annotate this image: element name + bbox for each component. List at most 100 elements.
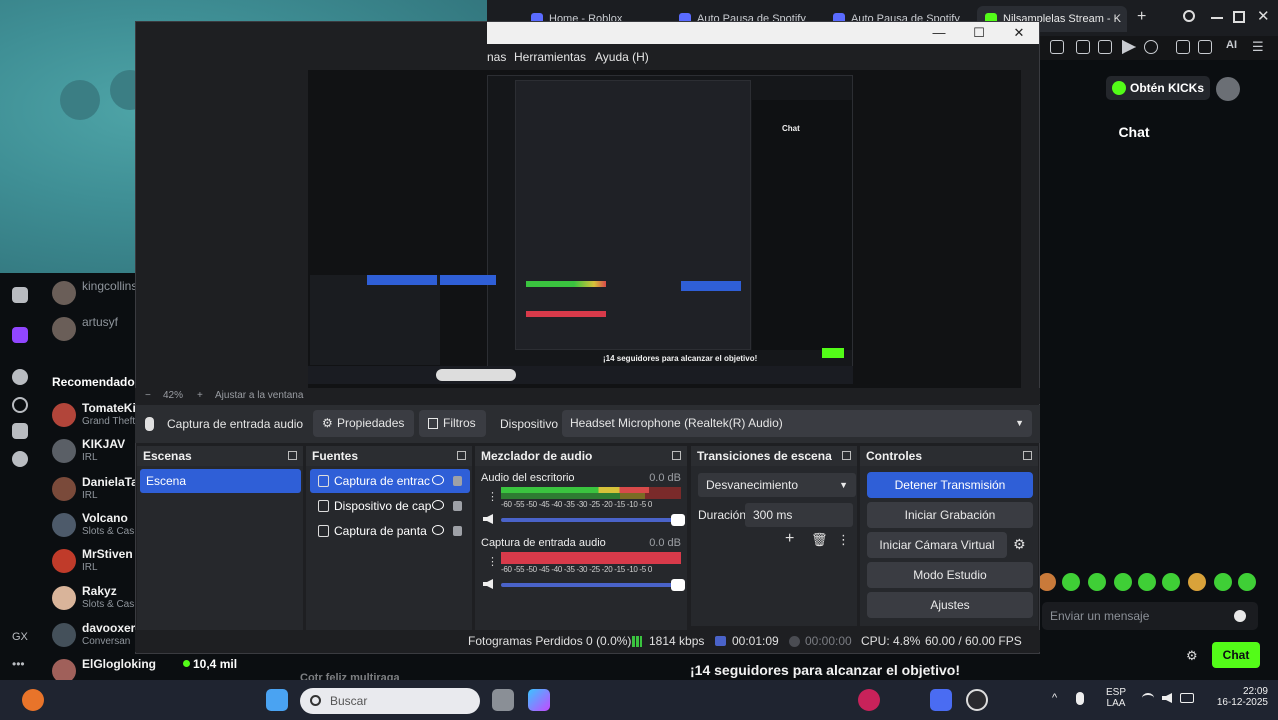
recommended-channel[interactable]: Rakyz Slots & Cas <box>52 584 142 612</box>
volume-slider[interactable] <box>501 514 685 526</box>
transition-menu-icon[interactable]: ⋮ <box>837 532 850 548</box>
recommended-channel[interactable]: MrStiven IRL <box>52 547 142 575</box>
bookmark-icon[interactable] <box>1050 40 1064 54</box>
device-select[interactable]: Headset Microphone (Realtek(R) Audio) ▼ <box>562 410 1032 437</box>
undock-icon[interactable] <box>1023 451 1032 460</box>
source-item[interactable]: Dispositivo de cap <box>310 494 470 518</box>
puzzle-icon[interactable] <box>12 423 28 439</box>
add-transition-icon[interactable]: + <box>785 530 794 548</box>
user-avatar[interactable] <box>1216 77 1240 101</box>
undock-icon[interactable] <box>672 451 681 460</box>
obs-minimize-button[interactable]: — <box>919 24 959 42</box>
speaker-icon[interactable] <box>483 514 493 524</box>
windows-start-icon[interactable] <box>266 689 288 711</box>
visibility-eye-icon[interactable] <box>432 525 444 535</box>
emote-icon[interactable] <box>1038 573 1056 591</box>
zoom-out-button[interactable]: − <box>145 390 151 401</box>
recommended-channel[interactable]: TomateKi Grand Theft <box>52 401 142 429</box>
emote-icon[interactable] <box>1114 573 1132 591</box>
properties-button[interactable]: ⚙ Propiedades <box>313 410 415 437</box>
more-icon[interactable]: ••• <box>12 657 25 671</box>
settings-gear-icon[interactable] <box>12 451 28 467</box>
menu-tools[interactable]: Herramientas <box>514 50 586 64</box>
copilot-icon[interactable] <box>528 689 550 711</box>
twitch-icon[interactable] <box>12 327 28 343</box>
taskbar-search[interactable]: Buscar <box>300 688 480 714</box>
ai-icon[interactable]: AI <box>1226 39 1237 51</box>
speaker-icon[interactable] <box>483 579 493 589</box>
language-indicator[interactable]: ESP LAA <box>1106 687 1126 709</box>
chat-settings-gear-icon[interactable]: ⚙ <box>1186 648 1198 664</box>
task-view-icon[interactable] <box>492 689 514 711</box>
fit-to-window-button[interactable]: Ajustar a la ventana <box>215 390 303 401</box>
followed-channel[interactable]: artusyf <box>52 315 142 343</box>
filters-button[interactable]: Filtros <box>419 410 486 437</box>
chat-send-button[interactable]: Chat <box>1212 642 1260 668</box>
get-kicks-button[interactable]: Obtén KICKs <box>1106 76 1210 100</box>
obs-icon[interactable] <box>966 689 988 711</box>
source-item[interactable]: Captura de panta <box>310 519 470 543</box>
lock-icon[interactable] <box>453 476 462 486</box>
volume-slider-knob[interactable] <box>671 514 685 526</box>
channel-menu-icon[interactable]: ⋮ <box>487 555 498 568</box>
firefox-icon[interactable] <box>22 689 44 711</box>
virtual-camera-gear-icon[interactable]: ⚙ <box>1013 536 1026 553</box>
chat-message-input[interactable]: Enviar un mensaje <box>1042 602 1258 630</box>
volume-icon[interactable] <box>1162 693 1172 703</box>
search-tabs-icon[interactable] <box>1183 10 1195 22</box>
stop-stream-button[interactable]: Detener Transmisión <box>867 472 1033 498</box>
emote-icon[interactable] <box>1188 573 1206 591</box>
menu-icon[interactable]: ☰ <box>1252 39 1264 55</box>
emote-icon[interactable] <box>1238 573 1256 591</box>
emote-icon[interactable] <box>1088 573 1106 591</box>
menu-item[interactable]: nas <box>487 50 506 64</box>
remove-transition-icon[interactable]: 🗑 <box>811 532 828 548</box>
menu-help[interactable]: Ayuda (H) <box>595 50 649 64</box>
recommended-channel[interactable]: DanielaTa IRL <box>52 475 142 503</box>
duration-input[interactable]: 300 ms <box>745 503 853 527</box>
play-icon[interactable] <box>1122 40 1136 54</box>
undock-icon[interactable] <box>457 451 466 460</box>
close-icon[interactable]: ✕ <box>1257 7 1270 25</box>
channel-menu-icon[interactable]: ⋮ <box>487 490 498 503</box>
battery-icon[interactable] <box>1180 693 1194 703</box>
opera-icon[interactable] <box>858 689 880 711</box>
lock-icon[interactable] <box>453 526 462 536</box>
start-virtual-camera-button[interactable]: Iniciar Cámara Virtual <box>867 532 1007 558</box>
undock-icon[interactable] <box>842 451 851 460</box>
shield-icon[interactable] <box>1098 40 1112 54</box>
roblox-icon[interactable] <box>930 689 952 711</box>
scene-item[interactable]: Escena <box>140 469 301 493</box>
gx-icon[interactable]: GX <box>12 631 28 643</box>
visibility-eye-icon[interactable] <box>432 475 444 485</box>
tray-chevron-up-icon[interactable]: ^ <box>1052 692 1057 704</box>
emote-icon[interactable] <box>1214 573 1232 591</box>
obs-close-button[interactable]: ✕ <box>999 24 1039 42</box>
microphone-tray-icon[interactable] <box>1076 692 1084 705</box>
settings-button[interactable]: Ajustes <box>867 592 1033 618</box>
clock[interactable]: 22:09 16-12-2025 <box>1217 686 1268 708</box>
maximize-icon[interactable] <box>1233 11 1245 23</box>
source-item[interactable]: Captura de entrac <box>310 469 470 493</box>
recommended-channel[interactable]: Volcano Slots & Cas <box>52 511 142 539</box>
emote-icon[interactable] <box>1162 573 1180 591</box>
emoji-icon[interactable] <box>1234 610 1246 622</box>
transition-select[interactable]: Desvanecimiento ▼ <box>698 473 856 497</box>
emote-icon[interactable] <box>1138 573 1156 591</box>
undock-icon[interactable] <box>288 451 297 460</box>
recommended-channel[interactable]: KIKJAV IRL <box>52 437 142 465</box>
zoom-in-button[interactable]: + <box>197 390 203 401</box>
new-tab-button[interactable]: + <box>1137 8 1146 26</box>
pin-icon[interactable] <box>1076 40 1090 54</box>
obs-maximize-button[interactable]: ☐ <box>959 24 999 42</box>
start-recording-button[interactable]: Iniciar Grabación <box>867 502 1033 528</box>
visibility-eye-icon[interactable] <box>432 500 444 510</box>
heart-icon[interactable] <box>1144 40 1158 54</box>
chat-bubble-icon[interactable] <box>12 369 28 385</box>
minimize-icon[interactable] <box>1211 17 1223 19</box>
studio-mode-button[interactable]: Modo Estudio <box>867 562 1033 588</box>
recommended-channel[interactable]: davooxer Conversan <box>52 621 142 649</box>
lock-icon[interactable] <box>1176 40 1190 54</box>
history-icon[interactable] <box>12 397 28 413</box>
volume-slider-knob[interactable] <box>671 579 685 591</box>
